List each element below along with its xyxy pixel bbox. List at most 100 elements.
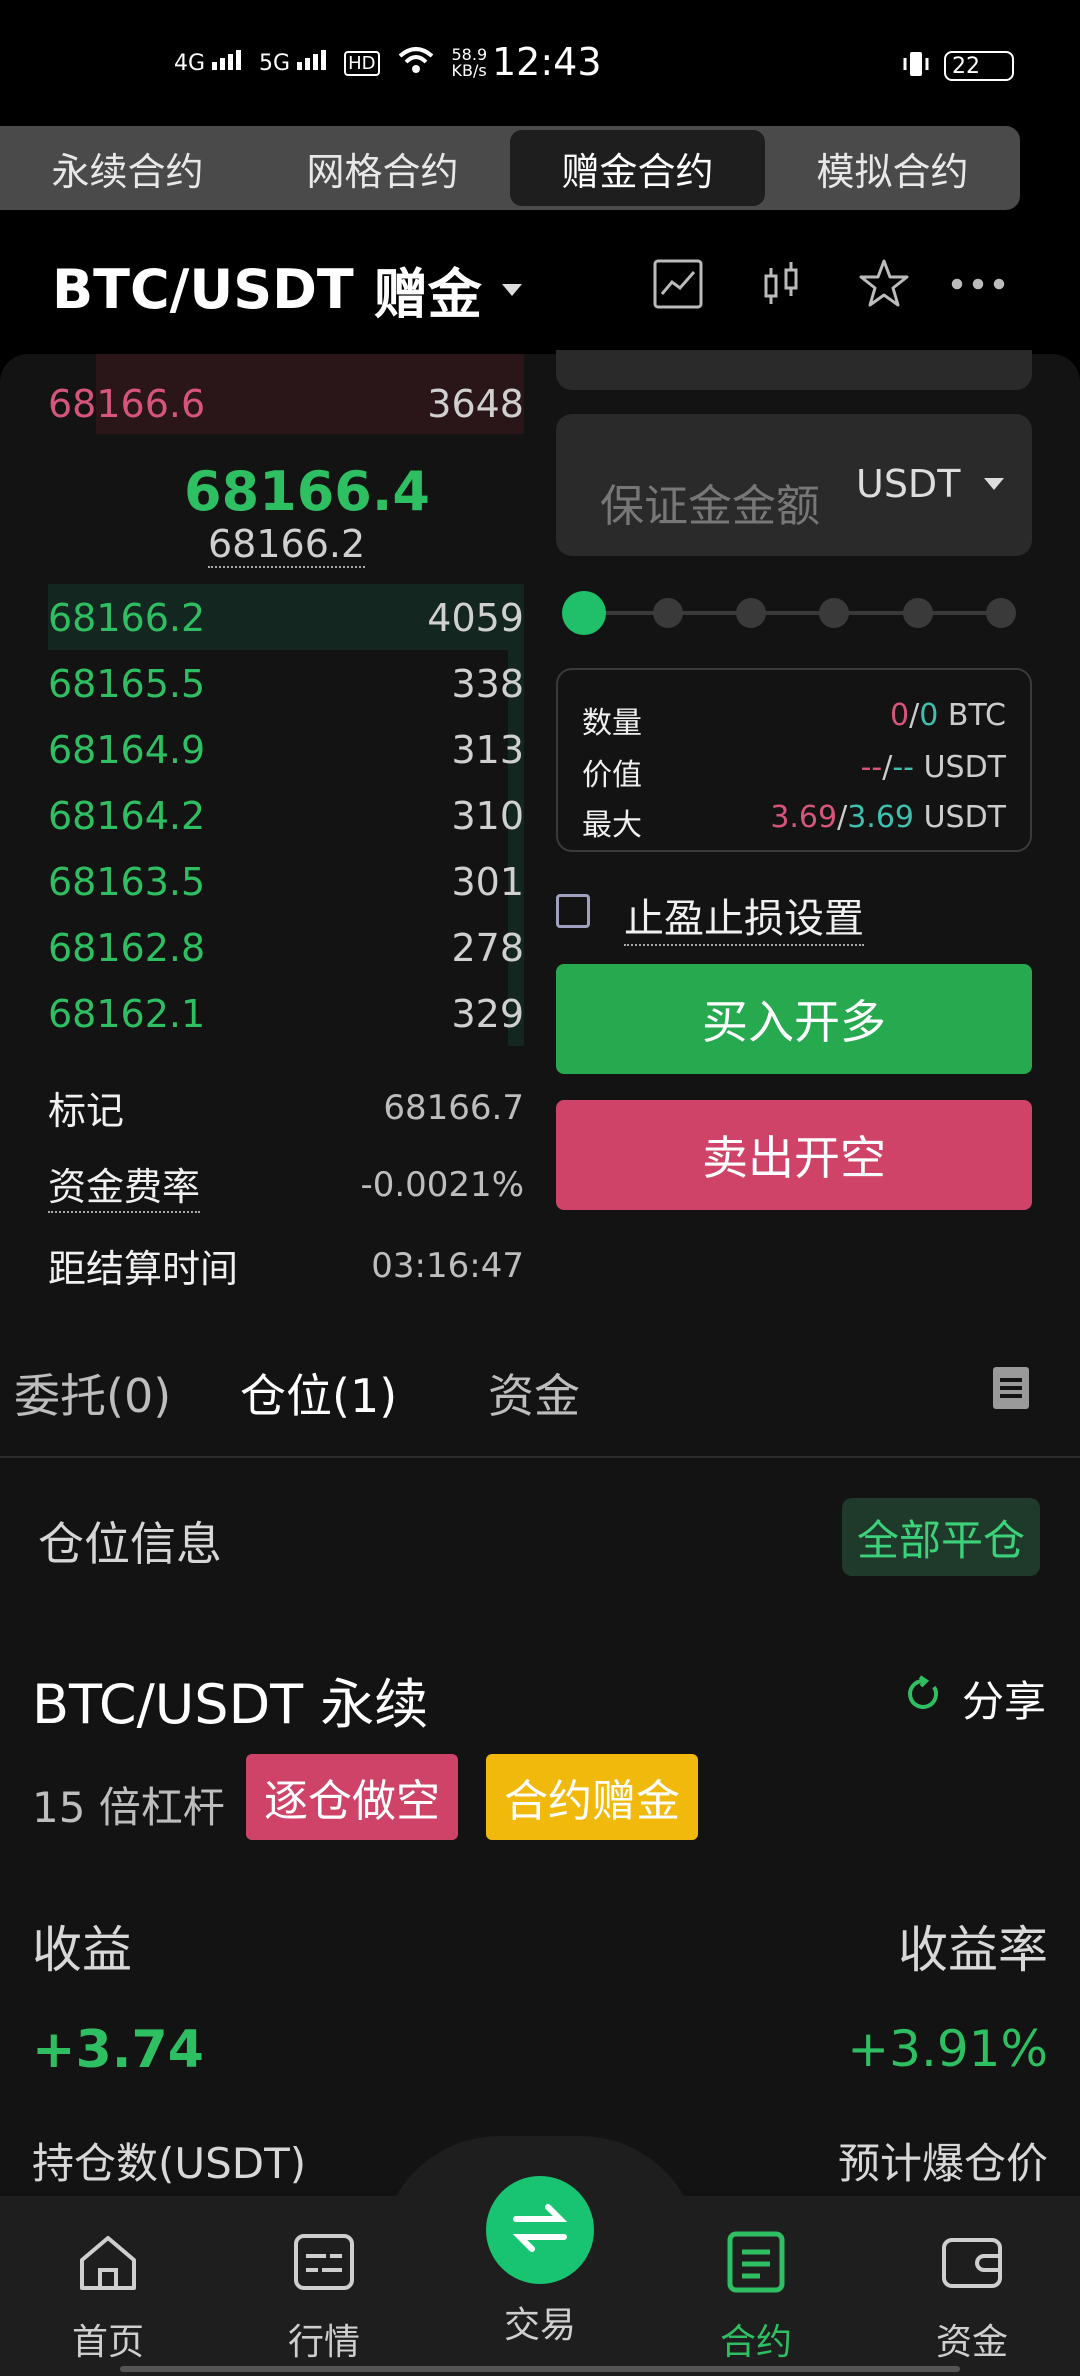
bid-qty: 338 bbox=[451, 662, 524, 706]
tab-positions[interactable]: 仓位(1) bbox=[240, 1360, 397, 1426]
bid-qty: 301 bbox=[451, 860, 524, 904]
bid-price: 68163.5 bbox=[48, 860, 206, 904]
bid-price: 68165.5 bbox=[48, 662, 206, 706]
pair-selector[interactable]: BTC/USDT 赠金 bbox=[52, 250, 522, 329]
mark-price: 68166.2 bbox=[208, 522, 366, 568]
bid-price: 68162.8 bbox=[48, 926, 206, 970]
summary-value-row: 价值 --/-- USDT bbox=[582, 750, 1006, 793]
status-right: 22 bbox=[900, 48, 1014, 84]
pnl-rate-label: 收益率 bbox=[898, 1921, 1048, 1979]
slider-handle[interactable] bbox=[562, 591, 606, 635]
bid-price: 68166.2 bbox=[48, 596, 206, 640]
slider-step[interactable] bbox=[736, 598, 766, 628]
pnl-value: +3.74 bbox=[32, 2020, 204, 2080]
nav-contract[interactable]: 合约 bbox=[686, 2230, 826, 2365]
chevron-down-icon bbox=[501, 283, 522, 296]
close-all-button[interactable]: 全部平仓 bbox=[842, 1498, 1040, 1576]
status-left: 4G 5G HD 58.9 KB/s bbox=[174, 46, 487, 80]
market-icon bbox=[292, 2230, 356, 2303]
bid-qty: 313 bbox=[451, 728, 524, 772]
tab-orders[interactable]: 委托(0) bbox=[14, 1360, 171, 1426]
bid-row[interactable]: 68162.8 278 bbox=[48, 918, 524, 978]
buy-long-button[interactable]: 买入开多 bbox=[556, 964, 1032, 1074]
status-time: 12:43 bbox=[492, 40, 602, 84]
chart-icon[interactable] bbox=[650, 256, 706, 312]
leverage-label: 15 倍杠杆 bbox=[32, 1783, 225, 1832]
chevron-down-icon bbox=[984, 478, 1005, 490]
divider bbox=[0, 1456, 1080, 1458]
wifi-icon bbox=[398, 46, 434, 80]
slider-step[interactable] bbox=[819, 598, 849, 628]
bid-row[interactable]: 68166.2 4059 bbox=[48, 588, 524, 648]
slider-step[interactable] bbox=[903, 598, 933, 628]
contract-icon bbox=[724, 2230, 788, 2303]
ask-price: 68166.6 bbox=[48, 382, 206, 426]
funding-rate-row[interactable]: 资金费率 -0.0021% bbox=[48, 1156, 524, 1213]
pnl-rate-value: +3.91% bbox=[847, 2020, 1048, 2078]
slider-step[interactable] bbox=[986, 598, 1016, 628]
tab-demo[interactable]: 模拟合约 bbox=[765, 126, 1020, 210]
contract-type-tabs: 永续合约 网格合约 赠金合约 模拟合约 bbox=[0, 126, 1020, 210]
unit-selector[interactable]: USDT bbox=[856, 462, 1005, 506]
summary-max-row: 最大 3.69/3.69 USDT bbox=[582, 800, 1006, 843]
hold-label: 持仓数(USDT) bbox=[32, 2139, 307, 2188]
liquidation-price-label: 预计爆仓价 bbox=[837, 2139, 1048, 2188]
hd-icon: HD bbox=[344, 50, 380, 76]
bid-row[interactable]: 68164.2 310 bbox=[48, 786, 524, 846]
share-button[interactable]: 分享 bbox=[904, 1668, 1046, 1729]
bid-price: 68164.2 bbox=[48, 794, 206, 838]
bid-qty: 310 bbox=[451, 794, 524, 838]
wallet-icon bbox=[940, 2230, 1004, 2303]
net-speed: 58.9 KB/s bbox=[451, 45, 488, 80]
margin-amount-input[interactable]: 保证金金额 USDT bbox=[556, 414, 1032, 556]
tab-bonus[interactable]: 赠金合约 bbox=[510, 130, 765, 206]
bid-qty: 329 bbox=[451, 992, 524, 1036]
bid-qty: 278 bbox=[451, 926, 524, 970]
bid-row[interactable]: 68162.1 329 bbox=[48, 984, 524, 1044]
bid-price: 68164.9 bbox=[48, 728, 206, 772]
swap-icon bbox=[510, 2203, 570, 2257]
last-price[interactable]: 68166.4 bbox=[184, 460, 430, 523]
bonus-tag: 合约赠金 bbox=[486, 1754, 698, 1840]
summary-qty-row: 数量 0/0 BTC bbox=[582, 698, 1006, 741]
more-icon[interactable] bbox=[950, 256, 1006, 312]
tab-perpetual[interactable]: 永续合约 bbox=[0, 126, 255, 210]
settlement-row: 距结算时间 03:16:47 bbox=[48, 1245, 524, 1292]
nav-wallet[interactable]: 资金 bbox=[902, 2230, 1042, 2365]
bid-qty: 4059 bbox=[427, 596, 524, 640]
tpsl-checkbox[interactable] bbox=[556, 894, 590, 928]
pair-badge: 赠金 bbox=[373, 263, 482, 326]
candlestick-icon[interactable] bbox=[754, 256, 810, 312]
margin-placeholder: 保证金金额 bbox=[600, 481, 820, 532]
ask-row[interactable]: 68166.6 3648 bbox=[48, 374, 524, 434]
favorite-star-icon[interactable] bbox=[856, 256, 912, 312]
pair-name: BTC/USDT bbox=[52, 258, 354, 321]
section-title: 仓位信息 bbox=[38, 1517, 222, 1571]
status-bar: 4G 5G HD 58.9 KB/s 12:43 22 bbox=[0, 0, 1080, 130]
tab-funds[interactable]: 资金 bbox=[488, 1360, 580, 1426]
mark-price-row: 标记 68166.7 bbox=[48, 1087, 524, 1134]
isolated-short-tag: 逐仓做空 bbox=[246, 1754, 458, 1840]
document-icon[interactable] bbox=[992, 1366, 1030, 1414]
bid-row[interactable]: 68165.5 338 bbox=[48, 654, 524, 714]
home-icon bbox=[76, 2230, 140, 2303]
bid-row[interactable]: 68163.5 301 bbox=[48, 852, 524, 912]
network-5g: 5G bbox=[259, 50, 327, 76]
bid-price: 68162.1 bbox=[48, 992, 206, 1036]
price-input-partial[interactable] bbox=[556, 350, 1032, 390]
leverage-slider-track[interactable] bbox=[584, 611, 1004, 615]
nav-trade[interactable]: 交易 bbox=[470, 2296, 610, 2348]
nav-market[interactable]: 行情 bbox=[254, 2230, 394, 2365]
home-indicator[interactable] bbox=[120, 2366, 960, 2372]
ask-qty: 3648 bbox=[427, 382, 524, 426]
sell-short-button[interactable]: 卖出开空 bbox=[556, 1100, 1032, 1210]
tpsl-label[interactable]: 止盈止损设置 bbox=[624, 886, 864, 946]
trade-button[interactable] bbox=[486, 2176, 594, 2284]
bid-row[interactable]: 68164.9 313 bbox=[48, 720, 524, 780]
position-pair: BTC/USDT 永续 bbox=[32, 1673, 429, 1736]
tab-grid[interactable]: 网格合约 bbox=[255, 126, 510, 210]
pnl-label: 收益 bbox=[32, 1921, 132, 1979]
nav-home[interactable]: 首页 bbox=[38, 2230, 178, 2365]
slider-step[interactable] bbox=[653, 598, 683, 628]
battery-icon: 22 bbox=[944, 51, 1014, 81]
